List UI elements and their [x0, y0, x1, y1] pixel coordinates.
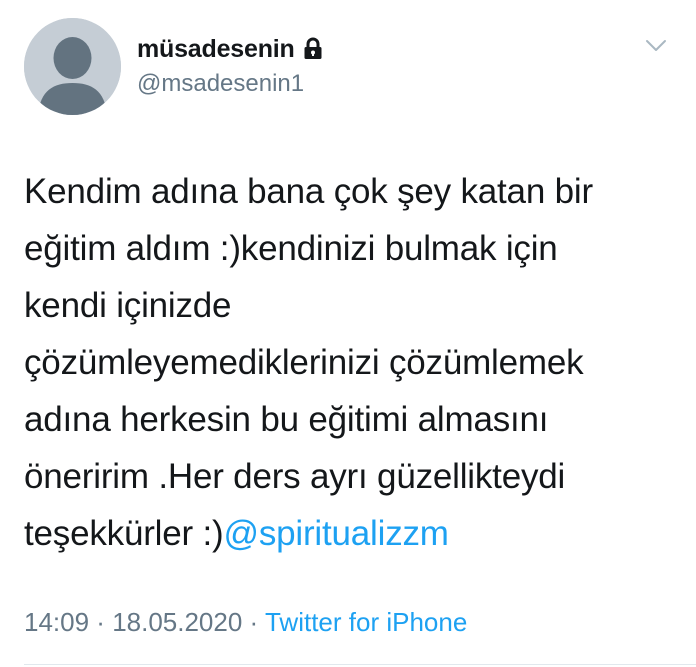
tweet-card: müsadesenin @msadesenin1 Kendim adına ba… — [0, 0, 696, 667]
tweet-text-line: Kendim adına bana çok şey katan bir — [24, 172, 593, 211]
chevron-down-icon[interactable] — [645, 38, 667, 54]
tweet-text-line: adına herkesin bu eğitimi almasını — [24, 400, 549, 439]
tweet-meta: 14:09 · 18.05.2020 · Twitter for iPhone — [24, 607, 467, 638]
tweet-source-link[interactable]: Twitter for iPhone — [265, 607, 467, 637]
tweet-text-last-line: teşekkürler :)@spiritualizzm — [24, 505, 684, 562]
meta-separator: · — [242, 607, 265, 637]
mention-link[interactable]: @spiritualizzm — [223, 514, 448, 553]
avatar[interactable] — [24, 18, 121, 115]
divider — [24, 664, 696, 665]
meta-separator: · — [89, 607, 113, 637]
lock-icon — [303, 37, 323, 61]
tweet-time[interactable]: 14:09 — [24, 607, 89, 637]
tweet-text-line: öneririm .Her ders ayrı güzellikteydi — [24, 457, 566, 496]
user-handle[interactable]: @msadesenin1 — [137, 70, 304, 98]
display-name-row: müsadesenin — [137, 33, 323, 65]
default-avatar-icon — [24, 18, 121, 115]
tweet-text-line: eğitim aldım :)kendinizi bulmak için — [24, 229, 558, 268]
tweet-text: Kendim adına bana çok şey katan bir eğit… — [24, 163, 684, 562]
tweet-text-line: çözümleyemediklerinizi çözümlemek — [24, 343, 584, 382]
tweet-text-line: kendi içinizde — [24, 286, 232, 325]
tweet-text-line: teşekkürler :) — [24, 514, 224, 553]
display-name[interactable]: müsadesenin — [137, 35, 295, 64]
tweet-date[interactable]: 18.05.2020 — [112, 607, 242, 637]
